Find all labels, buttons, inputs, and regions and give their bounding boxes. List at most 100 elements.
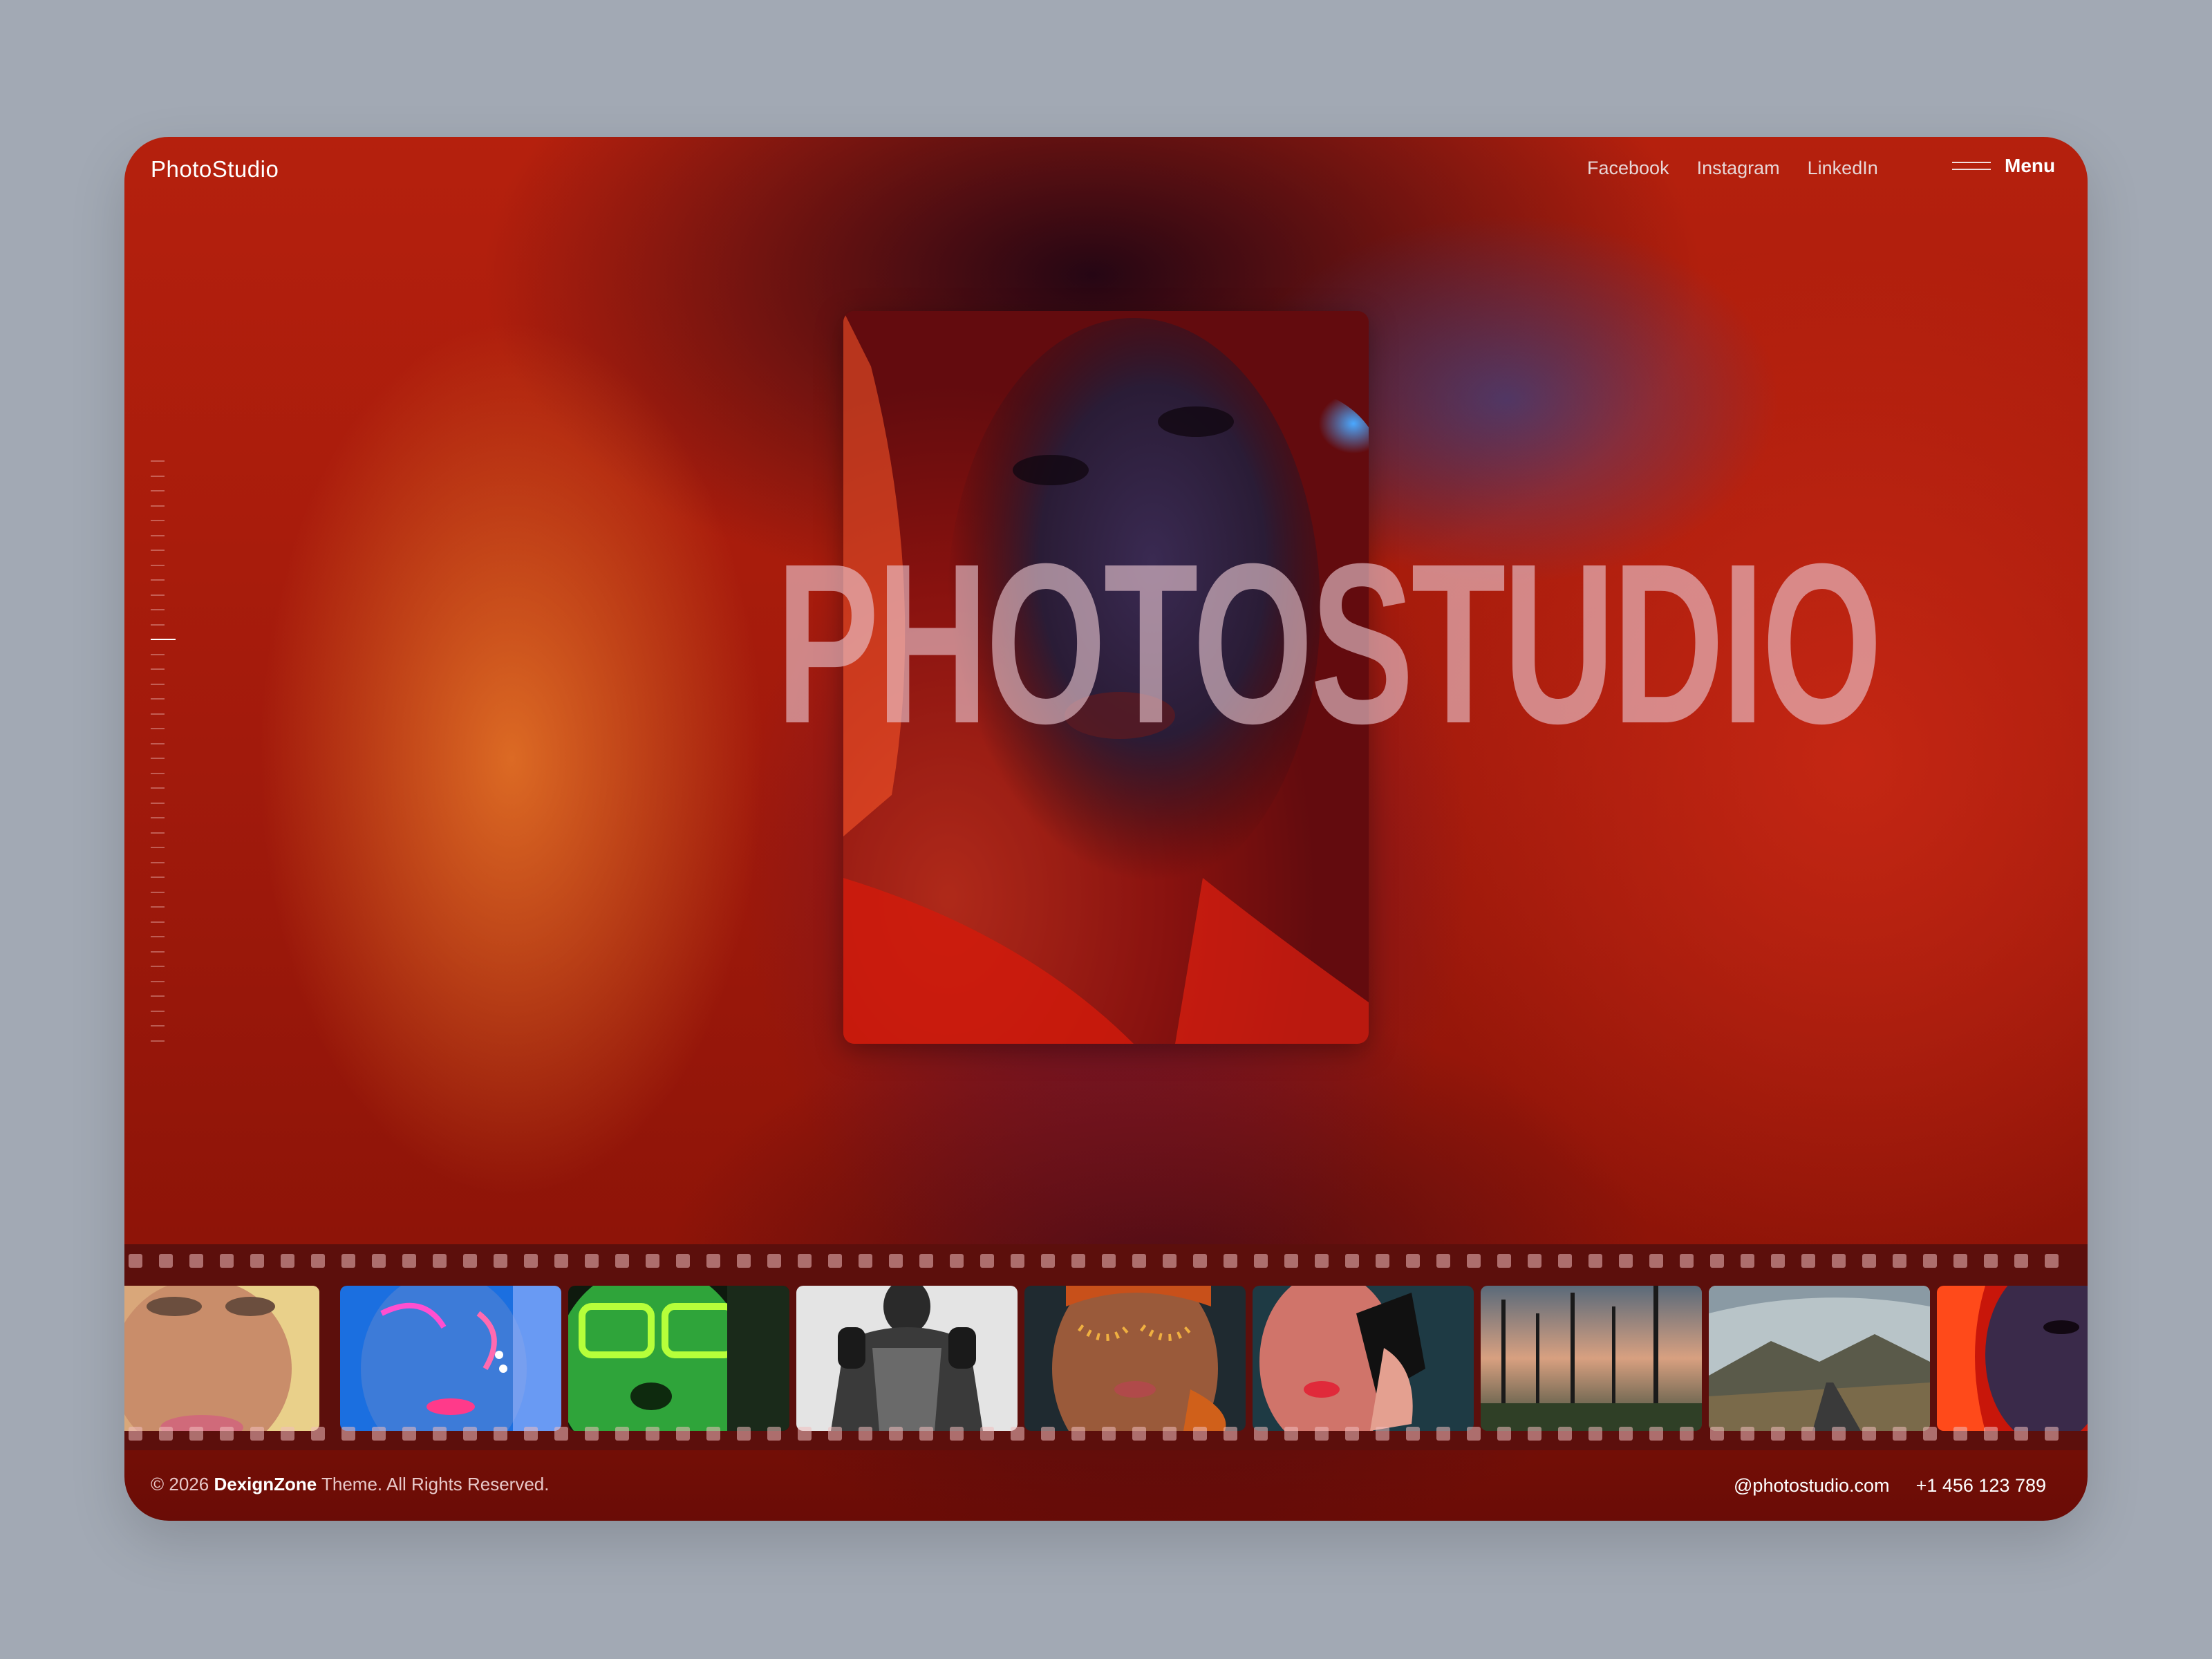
- mountain-road-landscape-icon: [1709, 1286, 1930, 1431]
- filmstrip-gallery[interactable]: [124, 1244, 2088, 1450]
- film-perforation: [2045, 1254, 2059, 1268]
- film-perforation: [524, 1427, 538, 1441]
- film-perforation: [1741, 1254, 1754, 1268]
- thumb-mountain-road-landscape[interactable]: [1709, 1286, 1930, 1431]
- scroll-tick: [151, 698, 165, 700]
- scroll-tick: [151, 564, 165, 566]
- film-perforation: [1315, 1254, 1329, 1268]
- forest-landscape-icon: [1481, 1286, 1702, 1431]
- scroll-tick: [151, 832, 165, 834]
- film-perforation: [1011, 1254, 1024, 1268]
- scroll-tick: [151, 906, 165, 908]
- film-perforation: [341, 1427, 355, 1441]
- film-perforation: [1041, 1427, 1055, 1441]
- film-perforation: [1436, 1254, 1450, 1268]
- film-perforation: [250, 1427, 264, 1441]
- film-perforation: [1923, 1254, 1937, 1268]
- film-perforation: [1528, 1254, 1541, 1268]
- film-perforation: [1254, 1254, 1268, 1268]
- film-perforation: [1102, 1254, 1116, 1268]
- film-perforation: [341, 1254, 355, 1268]
- scroll-tick: [151, 1040, 165, 1042]
- social-nav: Facebook Instagram LinkedIn: [1587, 158, 1878, 179]
- film-perforation: [1224, 1254, 1237, 1268]
- scroll-tick: [151, 861, 165, 863]
- film-perforation: [2045, 1427, 2059, 1441]
- thumb-freckles-portrait[interactable]: [124, 1286, 319, 1431]
- film-perforation: [706, 1427, 720, 1441]
- scroll-tick: [151, 966, 165, 967]
- film-perforation: [311, 1427, 325, 1441]
- thumb-teal-red-portrait[interactable]: [1253, 1286, 1474, 1431]
- scroll-tick: [151, 624, 165, 626]
- film-perforation: [220, 1254, 234, 1268]
- thumb-blue-neon-portrait[interactable]: [340, 1286, 561, 1431]
- film-perforation: [1649, 1427, 1663, 1441]
- film-perforation: [767, 1254, 781, 1268]
- film-perforation: [919, 1254, 933, 1268]
- film-perforation: [1649, 1254, 1663, 1268]
- thumb-monochrome-man-portrait[interactable]: [796, 1286, 1018, 1431]
- scroll-tick: [151, 772, 165, 774]
- film-perforation: [1710, 1427, 1724, 1441]
- film-perforation: [129, 1427, 142, 1441]
- film-perforation: [828, 1427, 842, 1441]
- film-perforation: [798, 1254, 812, 1268]
- film-perforation: [1163, 1254, 1177, 1268]
- thumb-gold-dots-makeup-portrait[interactable]: [1024, 1286, 1246, 1431]
- film-perforation: [524, 1254, 538, 1268]
- film-perforation: [1558, 1427, 1572, 1441]
- film-perforation: [1801, 1427, 1815, 1441]
- film-perforation: [1801, 1254, 1815, 1268]
- film-perforation: [554, 1254, 568, 1268]
- film-perforation: [1953, 1427, 1967, 1441]
- thumb-red-portrait[interactable]: [1937, 1286, 2088, 1431]
- freckles-portrait-icon: [124, 1286, 319, 1431]
- film-perforation: [402, 1254, 416, 1268]
- scroll-tick: [151, 950, 165, 953]
- facebook-link[interactable]: Facebook: [1587, 158, 1669, 179]
- film-perforation: [585, 1254, 599, 1268]
- film-perforation: [1953, 1254, 1967, 1268]
- scroll-tick: [151, 1010, 165, 1012]
- film-perforation: [1680, 1427, 1694, 1441]
- film-perforation: [1315, 1427, 1329, 1441]
- film-perforation: [919, 1427, 933, 1441]
- scroll-tick: [151, 817, 165, 818]
- film-perforation: [1406, 1427, 1420, 1441]
- film-perforation: [402, 1427, 416, 1441]
- film-perforation: [1832, 1254, 1846, 1268]
- film-perforation: [372, 1254, 386, 1268]
- scroll-tick: [151, 877, 165, 878]
- film-perforation: [463, 1254, 477, 1268]
- film-perforation: [798, 1427, 812, 1441]
- thumb-green-glasses-portrait[interactable]: [568, 1286, 789, 1431]
- film-perforation: [737, 1254, 751, 1268]
- film-perforation: [1558, 1254, 1572, 1268]
- film-perforation: [980, 1427, 994, 1441]
- linkedin-link[interactable]: LinkedIn: [1808, 158, 1878, 179]
- email-link[interactable]: @photostudio.com: [1734, 1475, 1890, 1497]
- film-perforation: [433, 1254, 447, 1268]
- film-perforation: [950, 1427, 964, 1441]
- phone-link[interactable]: +1 456 123 789: [1916, 1475, 2046, 1497]
- scroll-tick-active: [151, 639, 176, 640]
- brand-logo[interactable]: PhotoStudio: [151, 156, 279, 182]
- menu-button[interactable]: Menu: [1952, 155, 2055, 177]
- scroll-tick: [151, 936, 165, 937]
- copyright-brand-link[interactable]: DexignZone: [214, 1474, 317, 1494]
- scroll-indicator[interactable]: [151, 460, 178, 1055]
- film-perforation: [311, 1254, 325, 1268]
- monochrome-man-portrait-icon: [796, 1286, 1018, 1431]
- thumb-forest-landscape[interactable]: [1481, 1286, 1702, 1431]
- instagram-link[interactable]: Instagram: [1697, 158, 1780, 179]
- contact-info: @photostudio.com +1 456 123 789: [1734, 1475, 2046, 1497]
- film-perforation: [1497, 1427, 1511, 1441]
- copyright-prefix: © 2026: [151, 1474, 214, 1494]
- film-perforation: [737, 1427, 751, 1441]
- film-perforation: [859, 1427, 872, 1441]
- scroll-tick: [151, 742, 165, 744]
- film-perforation: [615, 1427, 629, 1441]
- filmstrip-frames: [124, 1277, 2088, 1431]
- film-perforation: [1710, 1254, 1724, 1268]
